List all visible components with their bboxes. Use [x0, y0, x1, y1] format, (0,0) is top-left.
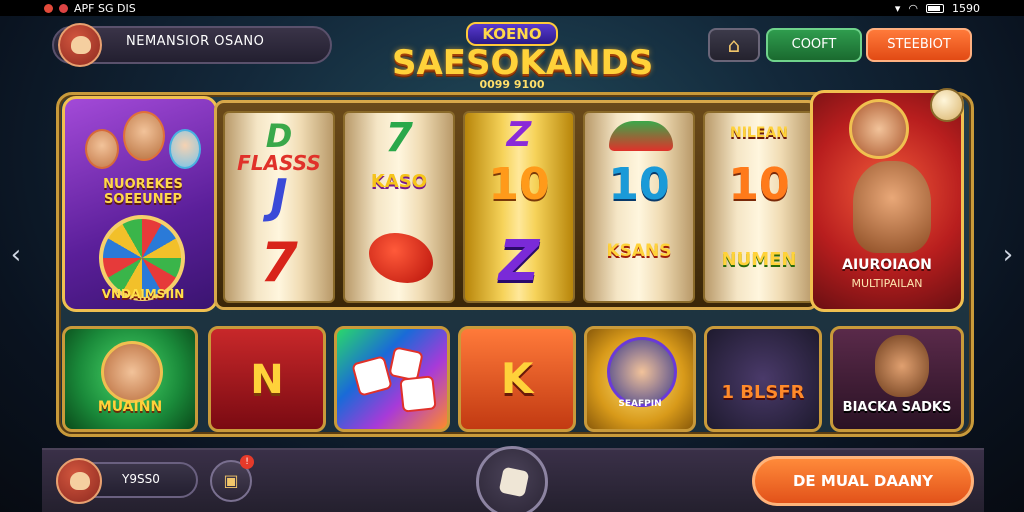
- notification-dot-icon: [44, 3, 53, 13]
- puzzle-icon: [498, 466, 530, 498]
- logo-main: SAESOKANDS: [392, 43, 654, 83]
- reel-symbol: J: [270, 169, 288, 223]
- promo-right-title: AIUROIAON: [842, 257, 932, 273]
- bag-icon: ▣: [223, 471, 239, 490]
- character-portrait: [875, 335, 929, 397]
- balance-avatar[interactable]: [56, 458, 102, 504]
- tile-label: 1 BLSFR: [721, 382, 805, 403]
- status-left-text: APF SG DIS: [74, 1, 136, 15]
- next-arrow-icon[interactable]: ›: [996, 240, 1020, 270]
- notification-badge: !: [240, 455, 254, 469]
- dice-icon: [351, 355, 393, 397]
- promo-left-title: NUOREKES SOEEUNEP: [103, 177, 183, 207]
- reel-symbol: 10: [488, 159, 550, 210]
- reel-symbol: Z: [498, 229, 540, 294]
- promo-left-bottom: VNDAIMSIIN: [101, 287, 185, 301]
- tile-label: SEAFPIN: [618, 399, 662, 409]
- reel-1: D FLASSS J 7: [223, 111, 335, 303]
- reel-5: NILEAN 10 NUMEN: [703, 111, 815, 303]
- coin-icon[interactable]: [930, 88, 964, 122]
- tile-label: N: [250, 357, 284, 403]
- reel-symbol: 7: [260, 231, 298, 294]
- orange-button[interactable]: STEEBIOT: [866, 28, 972, 62]
- home-icon: ⌂: [727, 33, 741, 57]
- character-portrait: [849, 99, 909, 159]
- reel-symbol: Z: [506, 115, 532, 155]
- reel-symbol: KSANS: [606, 241, 672, 261]
- character-portrait: [853, 161, 931, 253]
- reel-4: 10 KSANS: [583, 111, 695, 303]
- characters-image: [85, 111, 201, 181]
- status-time: 1590: [952, 1, 980, 15]
- reel-symbol: D: [265, 117, 293, 155]
- game-tile[interactable]: MUAINN: [62, 326, 198, 432]
- reel-symbol: NILEAN: [730, 125, 788, 141]
- green-button[interactable]: COOFT: [766, 28, 862, 62]
- game-tile[interactable]: K: [458, 326, 576, 432]
- watermelon-icon: [609, 121, 673, 151]
- reel-3: Z 10 Z: [463, 111, 575, 303]
- reel-symbol: 7: [385, 115, 413, 161]
- status-bar: APF SG DIS ▾ ◠ 1590: [0, 0, 1024, 16]
- chili-pepper-icon: [369, 233, 433, 283]
- player-avatar[interactable]: [58, 23, 102, 67]
- game-tile[interactable]: SEAFPIN: [584, 326, 696, 432]
- character-portrait: [101, 341, 163, 403]
- tile-label: BIACKA SADKS: [842, 400, 952, 415]
- user-icon: [71, 36, 91, 54]
- game-logo: KOENO SAESOKANDS 0099 9100: [392, 22, 654, 102]
- reel-symbol: NUMEN: [721, 249, 797, 270]
- dice-icon: [399, 375, 437, 413]
- user-icon: [70, 472, 90, 490]
- game-screen: APF SG DIS ▾ ◠ 1590 ‹ › NEMANSIOR OSANO …: [0, 0, 1024, 512]
- game-tile[interactable]: BIACKA SADKS: [830, 326, 964, 432]
- cta-button[interactable]: DE MUAL DAANY: [752, 456, 974, 506]
- center-menu-button[interactable]: [476, 446, 548, 512]
- reel-2: 7 KASO: [343, 111, 455, 303]
- promo-right-card[interactable]: AIUROIAON MULTIPAILAN: [810, 90, 964, 312]
- battery-icon: [926, 3, 944, 13]
- tile-label: K: [500, 354, 534, 403]
- tile-label: MUAINN: [97, 399, 163, 415]
- prev-arrow-icon[interactable]: ‹: [4, 240, 28, 270]
- character-portrait: [607, 337, 677, 407]
- game-tile[interactable]: 1 BLSFR: [704, 326, 822, 432]
- reel-symbol: KASO: [370, 171, 428, 192]
- reel-symbol: 10: [728, 159, 790, 210]
- signal-icon: ▾: [894, 1, 901, 15]
- balance-value: Y9SS0: [122, 472, 160, 486]
- wifi-icon: ◠: [908, 1, 918, 15]
- player-name: NEMANSIOR OSANO: [126, 34, 265, 49]
- home-button[interactable]: ⌂: [708, 28, 760, 62]
- reels-container: D FLASSS J 7 7 KASO Z 10 Z 10 KSANS NILE…: [214, 100, 818, 310]
- game-tile[interactable]: [334, 326, 450, 432]
- promo-left-card[interactable]: NUOREKES SOEEUNEP VNDAIMSIIN: [62, 96, 218, 312]
- promo-right-sub: MULTIPAILAN: [851, 277, 923, 290]
- notification-dot-icon: [59, 3, 68, 13]
- reel-symbol: 10: [608, 159, 670, 210]
- game-tile[interactable]: N: [208, 326, 326, 432]
